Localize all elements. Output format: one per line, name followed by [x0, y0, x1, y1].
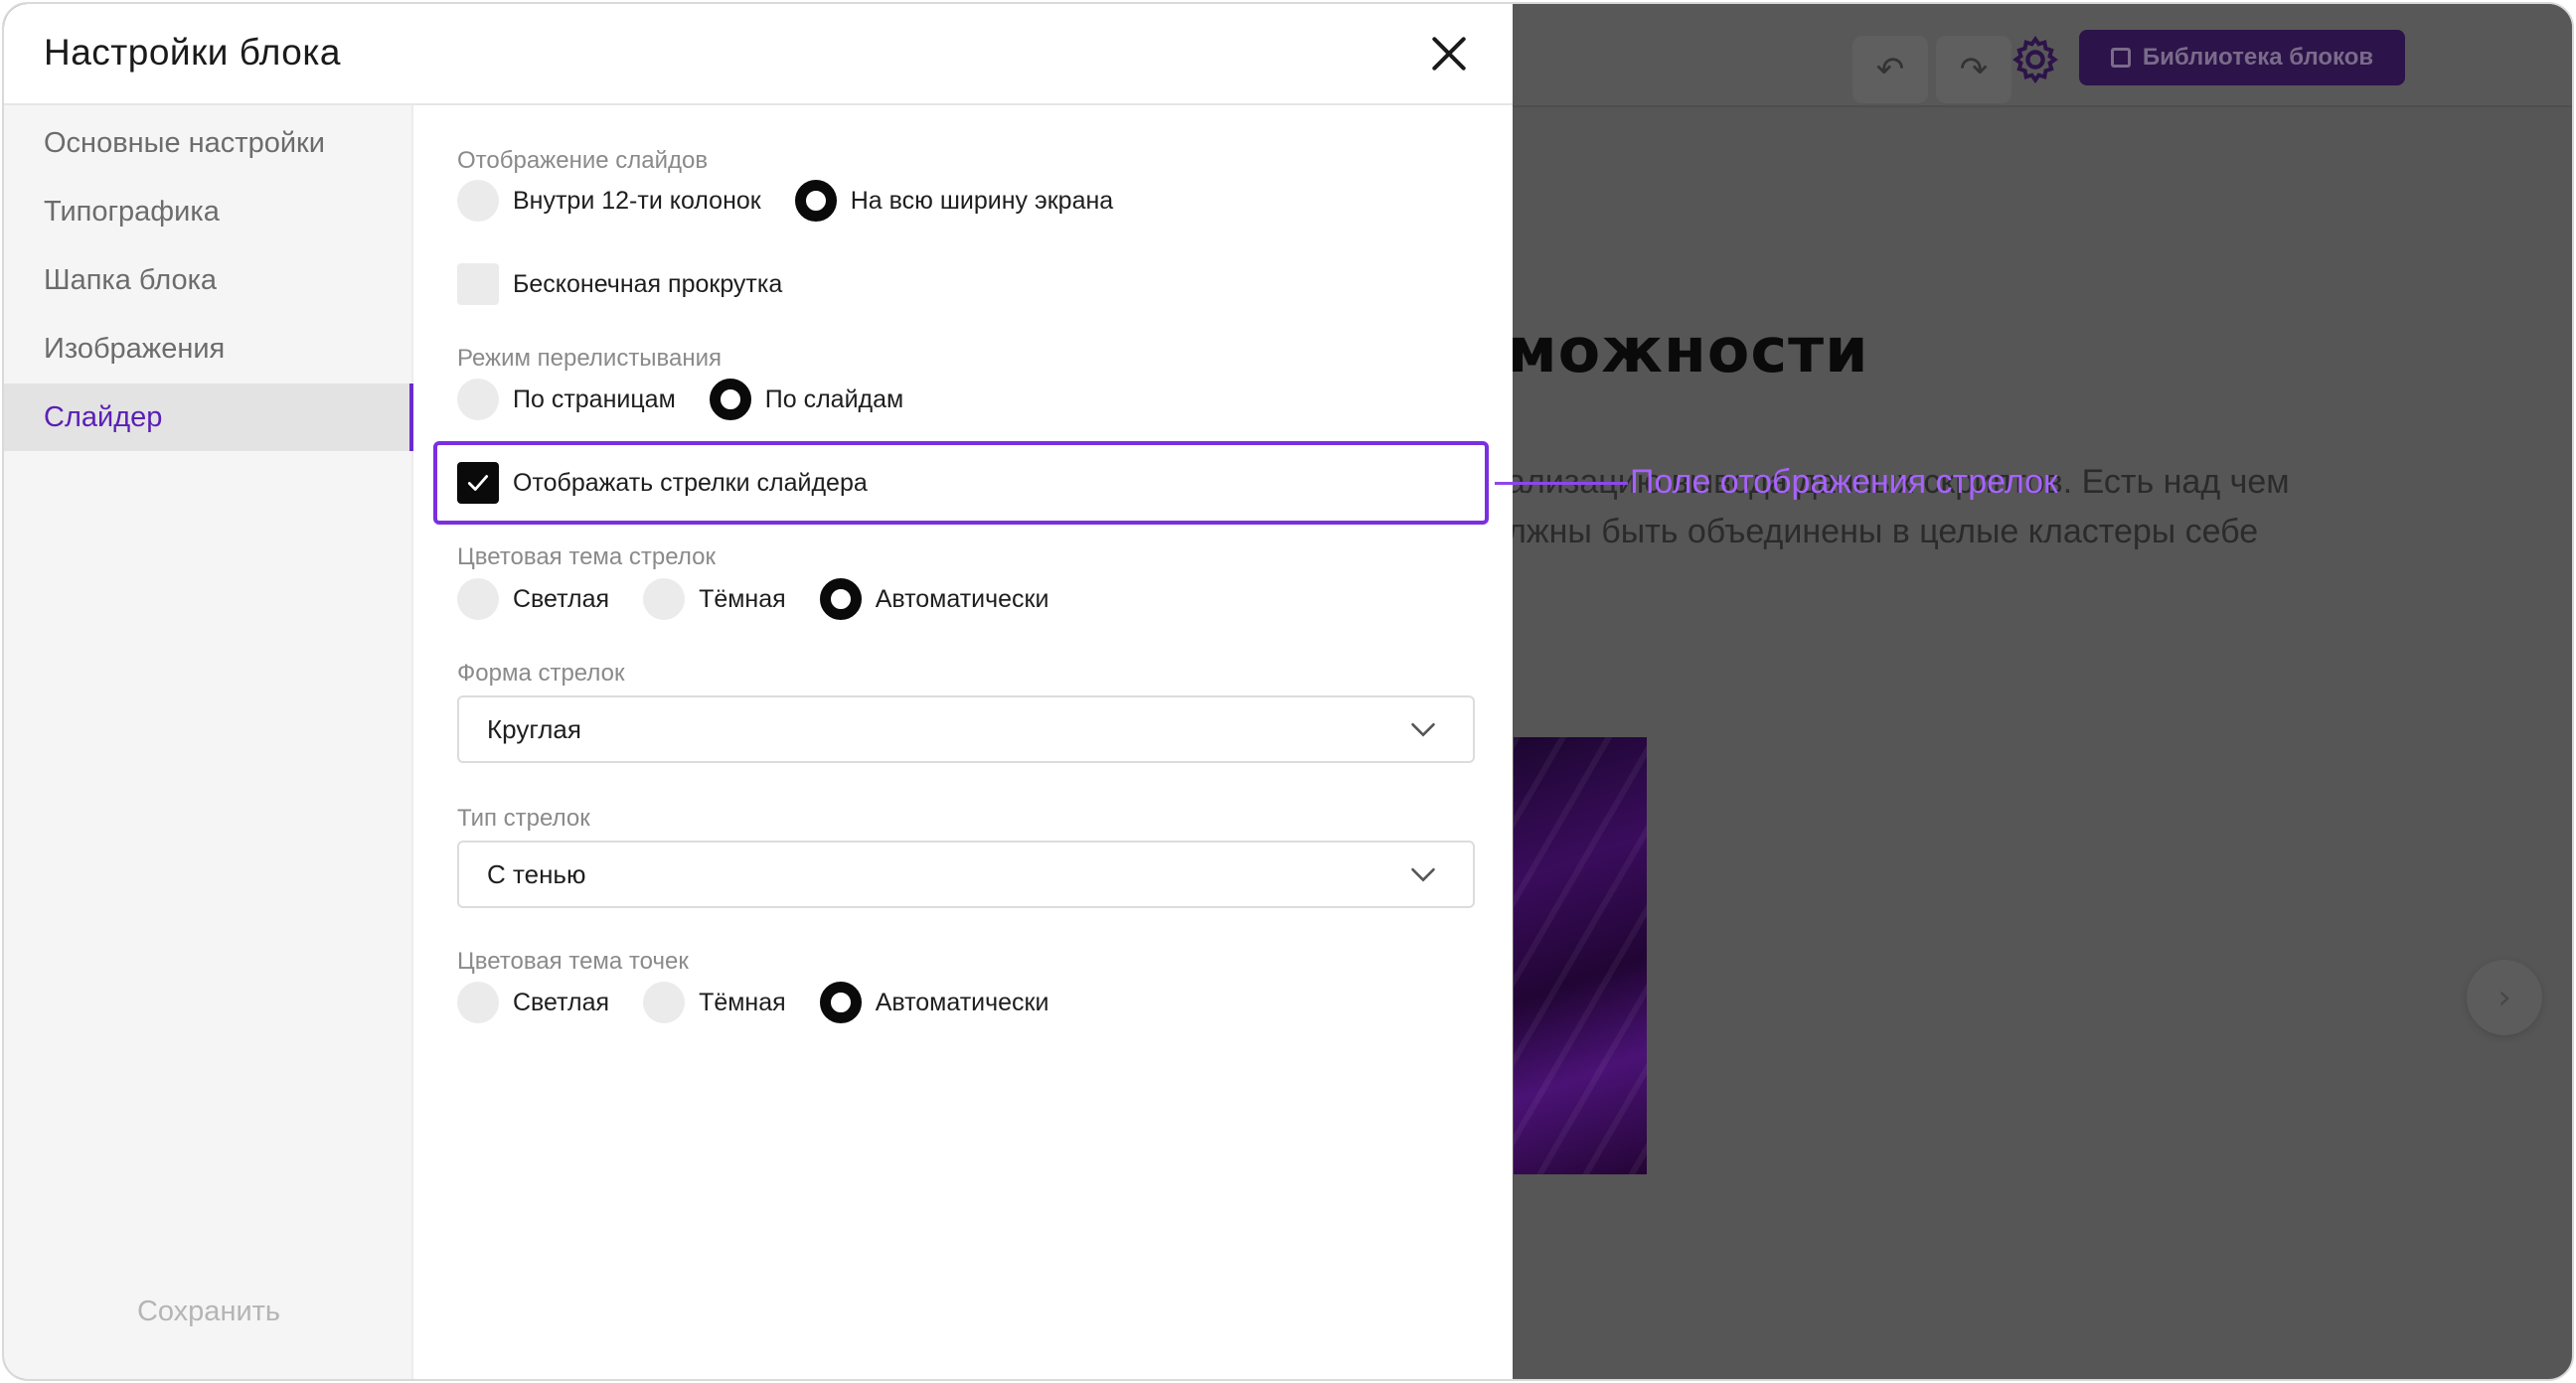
chevron-right-icon: ›: [2497, 978, 2511, 1017]
slides-display-options: Внутри 12-ти колонок На всю ширину экран…: [457, 180, 1147, 222]
paging-mode-label: Режим перелистывания: [457, 345, 723, 372]
radio-button-selected[interactable]: [819, 578, 862, 620]
arrows-theme-options: Светлая Тёмная Автоматически: [457, 578, 1082, 620]
dots-theme-option-light[interactable]: Светлая: [457, 982, 609, 1023]
undo-button[interactable]: ↶: [1852, 36, 1928, 103]
slides-display-option-columns[interactable]: Внутри 12-ти колонок: [457, 180, 761, 222]
modal-header: Настройки блока: [4, 4, 1513, 105]
option-label: Внутри 12-ти колонок: [513, 186, 761, 215]
arrows-theme-option-dark[interactable]: Тёмная: [643, 578, 786, 620]
dots-theme-options: Светлая Тёмная Автоматически: [457, 982, 1082, 1023]
gear-icon[interactable]: [2010, 34, 2061, 85]
redo-icon: ↷: [1959, 50, 1989, 89]
undo-icon: ↶: [1875, 50, 1905, 89]
arrows-type-select[interactable]: С тенью: [457, 841, 1475, 908]
callout-text: Поле отображения стрелок: [1630, 463, 2058, 501]
redo-button[interactable]: ↷: [1936, 36, 2012, 103]
block-library-label: Библиотека блоков: [2142, 44, 2374, 71]
block-library-button[interactable]: Библиотека блоков: [2079, 30, 2405, 85]
paging-mode-option-pages[interactable]: По страницам: [457, 379, 676, 420]
arrows-shape-label: Форма стрелок: [457, 660, 625, 687]
save-button[interactable]: Сохранить: [44, 1282, 374, 1341]
sidebar-item-slider[interactable]: Слайдер: [4, 384, 413, 451]
infinite-scroll-checkbox[interactable]: [457, 263, 499, 305]
arrows-theme-option-auto[interactable]: Автоматически: [819, 578, 1049, 620]
infinite-scroll-row[interactable]: Бесконечная прокрутка: [457, 263, 782, 305]
infinite-scroll-label: Бесконечная прокрутка: [513, 269, 783, 298]
option-label: Светлая: [513, 988, 610, 1016]
arrows-shape-value: Круглая: [487, 713, 581, 744]
option-label: По слайдам: [764, 384, 904, 413]
close-icon[interactable]: [1427, 32, 1471, 76]
option-label: Тёмная: [699, 584, 786, 613]
radio-button[interactable]: [457, 379, 499, 420]
radio-button-selected[interactable]: [709, 379, 751, 420]
background-heading: можности: [1507, 314, 1869, 386]
sidebar-item-typography[interactable]: Типографика: [4, 178, 413, 245]
slides-display-label: Отображение слайдов: [457, 147, 709, 174]
arrows-shape-select[interactable]: Круглая: [457, 695, 1475, 763]
arrows-theme-option-light[interactable]: Светлая: [457, 578, 609, 620]
radio-button[interactable]: [457, 578, 499, 620]
slider-settings-panel: Отображение слайдов Внутри 12-ти колонок…: [415, 105, 1513, 1379]
arrows-theme-label: Цветовая тема стрелок: [457, 543, 716, 570]
block-settings-modal: Настройки блока Основные настройки Типог…: [4, 4, 1513, 1379]
option-label: Тёмная: [699, 988, 786, 1016]
radio-button-selected[interactable]: [819, 982, 862, 1023]
radio-button-selected[interactable]: [794, 180, 837, 222]
radio-button[interactable]: [457, 180, 499, 222]
callout-line: [1495, 482, 1628, 485]
screen: ↶ ↷ Библиотека блоков можности ализацию …: [2, 2, 2574, 1381]
option-label: Автоматически: [875, 584, 1049, 613]
option-label: Автоматически: [875, 988, 1049, 1016]
radio-button[interactable]: [643, 578, 686, 620]
option-label: Светлая: [513, 584, 610, 613]
sidebar-item-main-settings[interactable]: Основные настройки: [4, 109, 413, 177]
radio-button[interactable]: [643, 982, 686, 1023]
chevron-down-icon: [1411, 722, 1435, 737]
background-slide-image: [1514, 737, 1647, 1174]
option-label: По страницам: [513, 384, 676, 413]
modal-title: Настройки блока: [44, 32, 341, 73]
dots-theme-option-dark[interactable]: Тёмная: [643, 982, 786, 1023]
sidebar-item-images[interactable]: Изображения: [4, 315, 413, 383]
paging-mode-options: По страницам По слайдам: [457, 379, 937, 420]
radio-button[interactable]: [457, 982, 499, 1023]
paging-mode-option-slides[interactable]: По слайдам: [709, 379, 904, 420]
dots-theme-option-auto[interactable]: Автоматически: [819, 982, 1049, 1023]
settings-sidebar: Основные настройки Типографика Шапка бло…: [4, 105, 413, 1379]
background-text-line: лжны быть объединены в целые кластеры се…: [1507, 513, 2259, 550]
slides-display-option-fullwidth[interactable]: На всю ширину экрана: [794, 180, 1114, 222]
arrows-field-highlight: [433, 441, 1489, 525]
chevron-down-icon: [1411, 867, 1435, 882]
arrows-type-value: С тенью: [487, 858, 586, 889]
option-label: На всю ширину экрана: [850, 186, 1114, 215]
dots-theme-label: Цветовая тема точек: [457, 948, 689, 975]
sidebar-item-block-header[interactable]: Шапка блока: [4, 246, 413, 314]
library-icon: [2110, 48, 2131, 68]
arrows-type-label: Тип стрелок: [457, 805, 590, 832]
slider-next-arrow[interactable]: ›: [2467, 960, 2542, 1035]
